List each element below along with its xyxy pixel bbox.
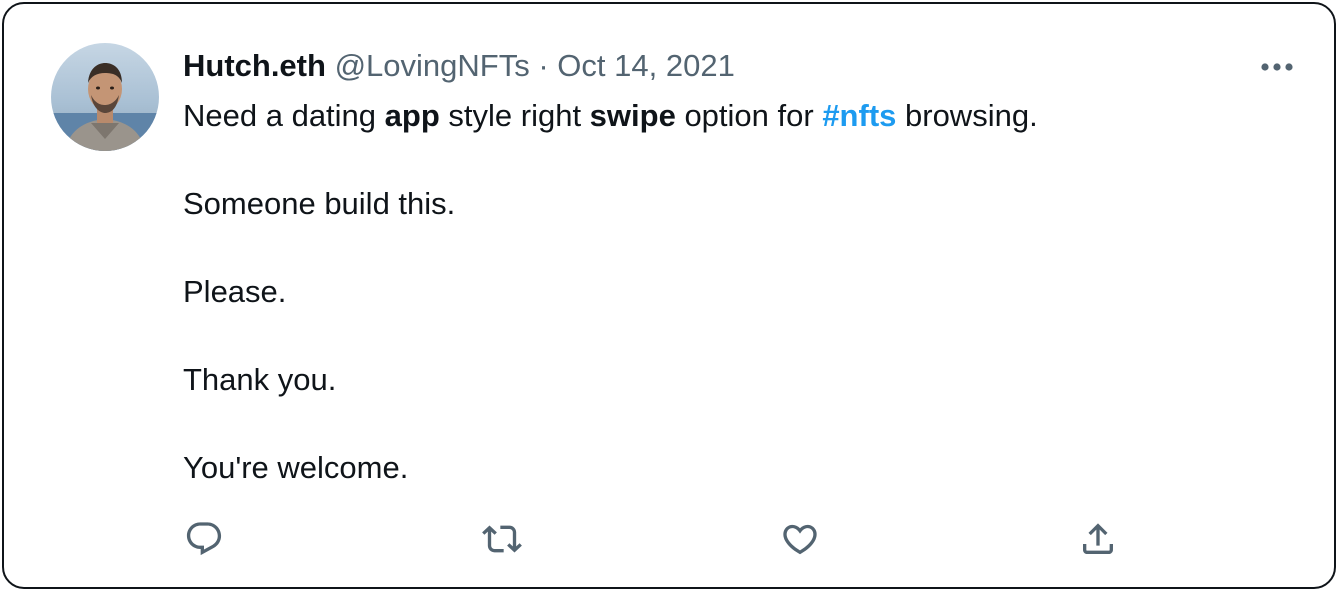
like-button[interactable] — [776, 515, 824, 563]
header-separator: · — [538, 48, 549, 83]
tweet-line-1: Need a dating app style right swipe opti… — [183, 94, 1038, 138]
hashtag-link[interactable]: #nfts — [822, 98, 896, 133]
heart-icon — [783, 524, 817, 555]
avatar[interactable] — [51, 43, 159, 151]
tweet-card: Hutch.eth @LovingNFTs · Oct 14, 2021 Nee… — [2, 2, 1336, 589]
avatar-photo — [51, 63, 159, 151]
line-1-text-a: Need a dating — [183, 98, 385, 133]
display-name[interactable]: Hutch.eth — [183, 48, 326, 83]
reply-button[interactable] — [180, 515, 228, 563]
bold-word-swipe: swipe — [589, 98, 676, 133]
user-handle[interactable]: @LovingNFTs — [335, 48, 530, 83]
more-options-button[interactable] — [1252, 50, 1302, 84]
retweet-icon — [482, 525, 522, 553]
line-1-text-c: option for — [675, 98, 823, 133]
retweet-button[interactable] — [478, 515, 526, 563]
tweet-text: Need a dating app style right swipe opti… — [183, 94, 1038, 490]
tweet-line-4: Thank you. — [183, 362, 337, 397]
tweet-line-2: Someone build this. — [183, 186, 456, 221]
line-1-text-b: style right — [439, 98, 590, 133]
share-icon — [1083, 523, 1113, 554]
more-horizontal-icon — [1261, 63, 1293, 71]
line-1-text-d: browsing. — [896, 98, 1038, 133]
share-button[interactable] — [1074, 515, 1122, 563]
tweet-date[interactable]: Oct 14, 2021 — [557, 48, 735, 83]
reply-icon — [186, 522, 222, 556]
tweet-line-3: Please. — [183, 274, 287, 309]
tweet-line-5: You're welcome. — [183, 450, 409, 485]
bold-word-app: app — [384, 98, 440, 133]
tweet-header: Hutch.eth @LovingNFTs · Oct 14, 2021 — [183, 46, 735, 86]
